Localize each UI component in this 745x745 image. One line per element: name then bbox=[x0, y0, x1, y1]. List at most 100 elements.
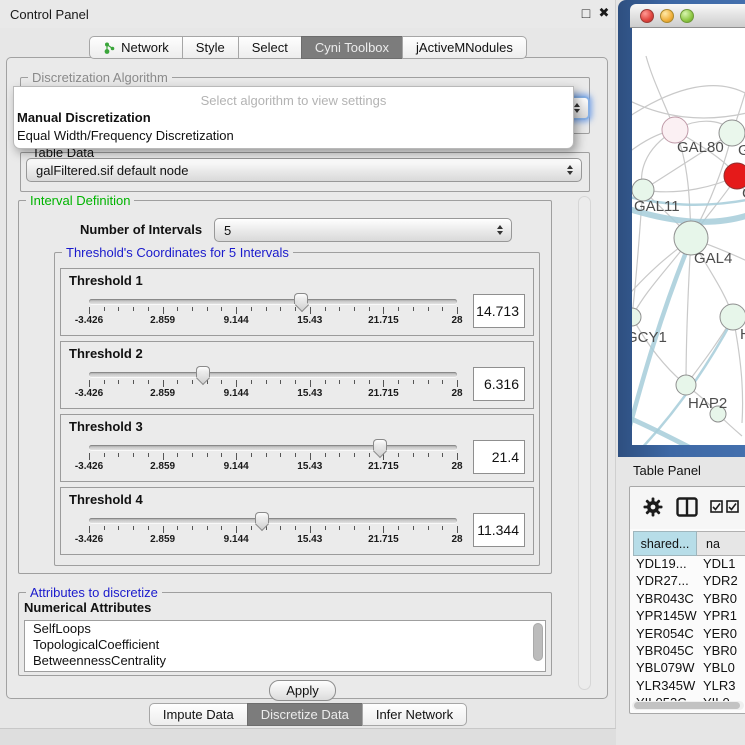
table-cell: YLR345W bbox=[633, 678, 697, 695]
table-row[interactable]: YBR045CYBR0 bbox=[633, 643, 745, 660]
slider-tick bbox=[310, 307, 311, 314]
gear-icon[interactable] bbox=[643, 497, 663, 517]
attribute-item-selfloops[interactable]: SelfLoops bbox=[25, 621, 545, 637]
slider-tick-label: 9.144 bbox=[224, 534, 249, 545]
number-of-intervals-combobox[interactable]: 5 bbox=[214, 218, 512, 242]
network-tab-icon bbox=[103, 41, 116, 55]
algorithm-dropdown-popup: Select algorithm to view settings Manual… bbox=[13, 86, 574, 149]
zoom-button[interactable] bbox=[680, 9, 694, 23]
threshold-value-field[interactable]: 14.713 bbox=[473, 294, 525, 328]
table-cell: YPR145W bbox=[633, 608, 697, 625]
node-hap2[interactable] bbox=[676, 375, 696, 395]
table-horizontal-scrollbar-thumb[interactable] bbox=[634, 702, 740, 709]
network-canvas[interactable]: GAL80GACGAL11GAL4GCY1HHAP2 bbox=[632, 28, 745, 445]
slider-tick-label: 15.43 bbox=[297, 388, 322, 399]
tab-infer-network[interactable]: Infer Network bbox=[362, 703, 467, 726]
slider-tick bbox=[280, 307, 281, 311]
table-cell: YBL079W bbox=[633, 660, 697, 677]
node-label-ga: GA bbox=[738, 142, 745, 159]
application-root: Control Panel □ ✖ NetworkStyleSelectCyni… bbox=[0, 0, 745, 745]
close-button[interactable] bbox=[640, 9, 654, 23]
tab-jactivemnodules[interactable]: jActiveMNodules bbox=[402, 36, 527, 59]
slider-tick bbox=[251, 380, 252, 384]
slider-tick bbox=[457, 453, 458, 460]
threshold-label: Threshold 3 bbox=[69, 419, 525, 434]
threshold-slider[interactable]: -3.4262.8599.14415.4321.71528 bbox=[89, 289, 457, 333]
table-horizontal-scrollbar[interactable] bbox=[632, 701, 744, 710]
tab-impute-data[interactable]: Impute Data bbox=[149, 703, 248, 726]
slider-handle[interactable] bbox=[196, 366, 210, 377]
slider-tick bbox=[89, 307, 90, 314]
table-data-combobox[interactable]: galFiltered.sif default node bbox=[26, 158, 582, 182]
network-edge[interactable] bbox=[632, 86, 745, 120]
threshold-slider[interactable]: -3.4262.8599.14415.4321.71528 bbox=[89, 508, 457, 552]
slider-handle[interactable] bbox=[373, 439, 387, 450]
popup-option-equal-width-frequency[interactable]: Equal Width/Frequency Discretization bbox=[17, 128, 234, 143]
slider-tick bbox=[118, 526, 119, 530]
slider-handle[interactable] bbox=[255, 512, 269, 523]
table-row[interactable]: YPR145WYPR1 bbox=[633, 608, 745, 625]
slider-tick bbox=[192, 307, 193, 311]
node-label-gal4: GAL4 bbox=[694, 250, 732, 267]
table-cell: YBL0 bbox=[697, 660, 745, 677]
tab-cyni-toolbox[interactable]: Cyni Toolbox bbox=[301, 36, 403, 59]
network-edge[interactable] bbox=[686, 238, 691, 385]
node-table[interactable]: shared...na YDL19...YDL1YDR27...YDR2YBR0… bbox=[633, 531, 745, 713]
close-panel-icon[interactable]: ✖ bbox=[596, 5, 612, 21]
table-row[interactable]: YDR27...YDR2 bbox=[633, 573, 745, 590]
threshold-value-field[interactable]: 11.344 bbox=[473, 513, 525, 547]
attribute-item-betweennesscentrality[interactable]: BetweennessCentrality bbox=[25, 653, 545, 669]
slider-track bbox=[89, 299, 457, 304]
combo-arrows-icon bbox=[567, 165, 573, 175]
attributes-scrollbar-thumb[interactable] bbox=[533, 623, 543, 661]
table-cell: YBR0 bbox=[697, 591, 745, 608]
slider-tick bbox=[383, 526, 384, 533]
checkbox-icon[interactable] bbox=[726, 500, 739, 513]
slider-tick bbox=[163, 453, 164, 460]
column-header-1[interactable]: shared... bbox=[633, 531, 697, 556]
threshold-value-field[interactable]: 6.316 bbox=[473, 367, 525, 401]
popup-option-manual-discretization[interactable]: Manual Discretization bbox=[17, 110, 151, 125]
apply-button[interactable]: Apply bbox=[269, 680, 336, 701]
slider-tick bbox=[251, 453, 252, 457]
tab-label: Impute Data bbox=[163, 704, 234, 725]
node-gcy1[interactable] bbox=[632, 308, 641, 326]
threshold-slider[interactable]: -3.4262.8599.14415.4321.71528 bbox=[89, 362, 457, 406]
slider-handle[interactable] bbox=[294, 293, 308, 304]
table-cell: YBR045C bbox=[633, 643, 697, 660]
column-header-2[interactable]: na bbox=[697, 531, 745, 556]
checkbox-icon[interactable] bbox=[710, 500, 723, 513]
numerical-attributes-list[interactable]: SelfLoopsTopologicalCoefficientBetweenne… bbox=[24, 620, 546, 672]
slider-tick bbox=[369, 453, 370, 457]
network-edge[interactable] bbox=[632, 98, 745, 118]
minimize-button[interactable] bbox=[660, 9, 674, 23]
slider-tick bbox=[339, 307, 340, 311]
slider-tick bbox=[280, 453, 281, 457]
table-row[interactable]: YDL19...YDL1 bbox=[633, 556, 745, 573]
table-row[interactable]: YLR345WYLR3 bbox=[633, 678, 745, 695]
threshold-slider[interactable]: -3.4262.8599.14415.4321.71528 bbox=[89, 435, 457, 479]
attribute-item-topologicalcoefficient[interactable]: TopologicalCoefficient bbox=[25, 637, 545, 653]
split-columns-icon[interactable] bbox=[676, 497, 698, 517]
slider-tick bbox=[354, 380, 355, 384]
tab-network[interactable]: Network bbox=[89, 36, 183, 59]
tab-label: Discretize Data bbox=[261, 704, 349, 725]
table-row[interactable]: YER054CYER0 bbox=[633, 626, 745, 643]
tab-select[interactable]: Select bbox=[238, 36, 302, 59]
slider-tick bbox=[442, 453, 443, 457]
tab-style[interactable]: Style bbox=[182, 36, 239, 59]
content-scrollbar[interactable] bbox=[578, 196, 591, 690]
table-cell: YDR2 bbox=[697, 573, 745, 590]
threshold-value-field[interactable]: 21.4 bbox=[473, 440, 525, 474]
slider-tick bbox=[177, 453, 178, 457]
network-edge[interactable] bbox=[643, 176, 737, 192]
slider-tick bbox=[398, 380, 399, 384]
slider-tick bbox=[325, 380, 326, 384]
table-row[interactable]: YBL079WYBL0 bbox=[633, 660, 745, 677]
table-toolbar bbox=[630, 487, 745, 529]
table-row[interactable]: YBR043CYBR0 bbox=[633, 591, 745, 608]
float-window-icon[interactable]: □ bbox=[578, 5, 594, 21]
tab-discretize-data[interactable]: Discretize Data bbox=[247, 703, 363, 726]
slider-tick bbox=[236, 453, 237, 460]
slider-tick bbox=[280, 526, 281, 530]
